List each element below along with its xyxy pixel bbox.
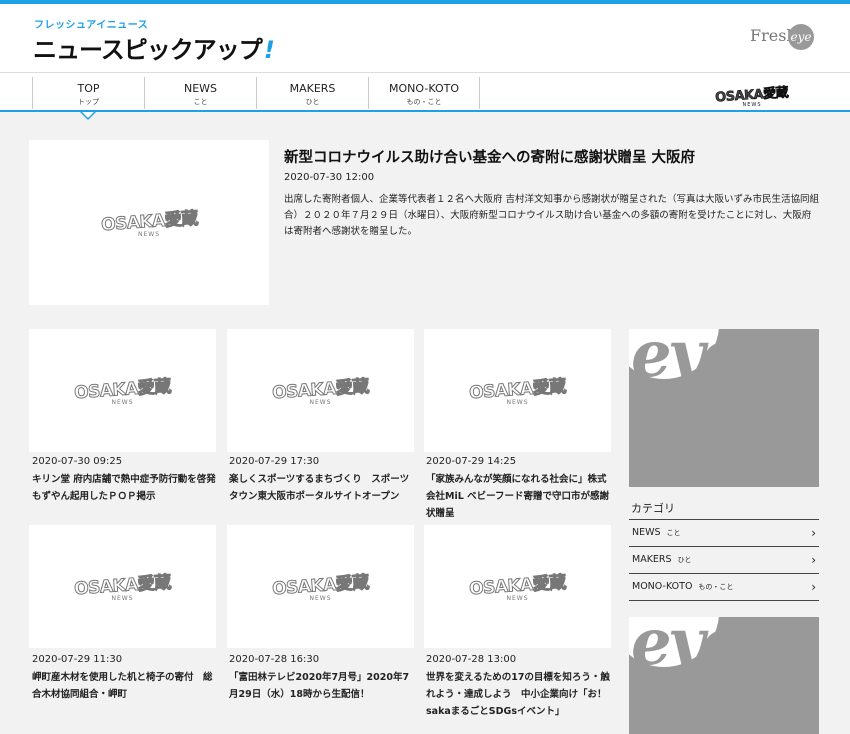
fresheye-eye-icon: eye <box>788 24 814 50</box>
card-date: 2020-07-29 11:30 <box>32 654 123 665</box>
divider <box>629 600 819 601</box>
logo-exclamation: ! <box>263 36 275 64</box>
card-thumbnail[interactable]: OSAKA愛蔵 NEWS <box>29 329 216 452</box>
site-logo[interactable]: ニュースピックアップ! <box>33 30 275 65</box>
card-thumbnail[interactable]: OSAKA愛蔵 NEWS <box>424 525 611 648</box>
category-sublabel: こと <box>666 529 681 537</box>
card-title[interactable]: 「富田林テレビ2020年7月号」2020年7月29日（水）18時から生配信！ <box>229 669 415 703</box>
featured-thumbnail[interactable]: OSAKA愛蔵 NEWS <box>29 140 269 305</box>
card-date: 2020-07-28 16:30 <box>229 654 320 665</box>
thumb-logo-word: OSAKA愛蔵 <box>271 376 370 404</box>
card-thumbnail[interactable]: OSAKA愛蔵 NEWS <box>227 525 414 648</box>
card-date: 2020-07-30 09:25 <box>32 456 123 467</box>
card-thumbnail[interactable]: OSAKA愛蔵 NEWS <box>227 329 414 452</box>
thumb-logo-word: OSAKA愛蔵 <box>468 376 567 404</box>
thumb-logo-word: OSAKA愛蔵 <box>271 572 370 600</box>
logo-subtitle: フレッシュアイニュース <box>34 20 149 31</box>
chevron-right-icon: › <box>811 553 816 567</box>
category-item-news[interactable]: NEWS こと › <box>629 520 819 546</box>
thumb-logo-word: OSAKA愛蔵 <box>73 376 172 404</box>
nav-label: TOP <box>77 82 100 95</box>
ad-eye-text: eye <box>631 617 742 680</box>
nav-active-caret-inner <box>82 112 94 118</box>
nav-item-makers[interactable]: MAKERS ひと <box>256 77 368 109</box>
card-date: 2020-07-29 14:25 <box>426 456 517 467</box>
card-date: 2020-07-28 13:00 <box>426 654 517 665</box>
nav-sublabel: もの・こと <box>406 98 442 106</box>
card-title[interactable]: 楽しくスポーツするまちづくり スポーツタウン東大阪市ポータルサイトオープン <box>229 471 415 505</box>
thumb-logo-word: OSAKA愛蔵 <box>468 572 567 600</box>
chevron-right-icon: › <box>811 526 816 540</box>
category-label: NEWS こと <box>632 527 681 538</box>
category-sublabel: ひと <box>677 556 692 564</box>
category-label: MAKERS ひと <box>632 554 692 565</box>
ad-eye-text: eye <box>631 329 742 392</box>
category-item-mono-koto[interactable]: MONO-KOTO もの・こと › <box>629 574 819 600</box>
osaka-news-logo[interactable]: OSAKA愛蔵 NEWS <box>714 84 790 108</box>
nav-label: NEWS <box>183 82 218 95</box>
card-title[interactable]: キリン堂 府内店舗で熱中症予防行動を啓発 もずやん起用したＰＯＰ掲示 <box>32 471 218 505</box>
nav-item-top[interactable]: TOP トップ <box>32 77 144 109</box>
chevron-right-icon: › <box>811 580 816 594</box>
featured-title[interactable]: 新型コロナウイルス助け合い基金への寄附に感謝状贈呈 大阪府 <box>284 146 695 167</box>
fresheye-logo[interactable]: Fresh eye <box>750 24 814 50</box>
sidebar-ad-banner[interactable]: eye <box>629 329 819 487</box>
category-label: MONO-KOTO もの・こと <box>632 581 734 592</box>
nav-sublabel: トップ <box>78 98 99 106</box>
featured-date: 2020-07-30 12:00 <box>284 172 375 183</box>
category-sublabel: もの・こと <box>698 583 734 591</box>
card-thumbnail[interactable]: OSAKA愛蔵 NEWS <box>424 329 611 452</box>
card-title[interactable]: 世界を変えるための17の目標を知ろう・触れよう・達成しよう 中小企業向け「お！s… <box>426 669 612 720</box>
nav-item-mono-koto[interactable]: MONO-KOTO もの・こと <box>368 77 480 109</box>
card-title[interactable]: 「家族みんなが笑顔になれる社会に」株式会社MiL ベビーフード寄贈で守口市が感謝… <box>426 471 612 522</box>
thumb-logo-word: OSAKA愛蔵 <box>100 208 199 236</box>
thumb-logo-word: OSAKA愛蔵 <box>73 572 172 600</box>
featured-summary: 出席した寄附者個人、企業等代表者１２名へ大阪府 吉村洋文知事から感謝状が贈呈され… <box>284 194 820 237</box>
category-item-makers[interactable]: MAKERS ひと › <box>629 547 819 573</box>
nav-label: MONO-KOTO <box>389 82 459 95</box>
site-header: フレッシュアイニュース ニュースピックアップ! Fresh eye <box>0 4 850 72</box>
osaka-logo-word: OSAKA愛蔵 <box>715 85 790 106</box>
card-title[interactable]: 岬町産木材を使用した机と椅子の寄付 総合木材協同組合・岬町 <box>32 669 218 703</box>
nav-item-news[interactable]: NEWS こと <box>144 77 256 109</box>
nav-sublabel: ひと <box>305 98 320 106</box>
sidebar-ad-banner-2[interactable]: eye <box>629 617 819 734</box>
logo-text: ニュースピックアップ <box>33 36 263 64</box>
category-heading: カテゴリ <box>631 502 675 515</box>
card-thumbnail[interactable]: OSAKA愛蔵 NEWS <box>29 525 216 648</box>
card-date: 2020-07-29 17:30 <box>229 456 320 467</box>
nav-sublabel: こと <box>193 98 208 106</box>
nav-label: MAKERS <box>289 82 336 95</box>
